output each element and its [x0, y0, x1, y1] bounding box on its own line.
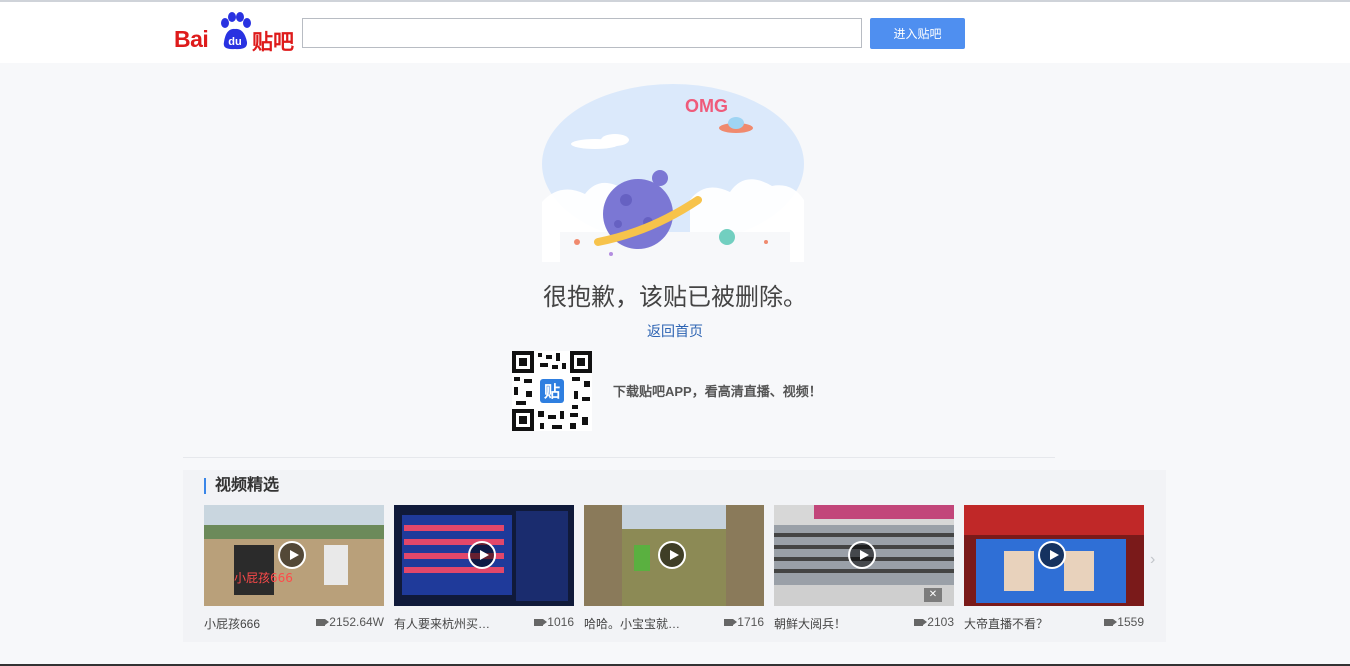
- video-camera-icon: [534, 619, 548, 626]
- video-title[interactable]: 哈哈。小宝宝就…: [584, 615, 680, 632]
- qr-code-icon: 贴: [512, 351, 592, 431]
- search-input[interactable]: [302, 18, 862, 48]
- video-card[interactable]: 哈哈。小宝宝就… 1716: [584, 505, 764, 635]
- play-icon[interactable]: [658, 541, 686, 569]
- video-card[interactable]: 小屁孩666 小屁孩666 2152.64W: [204, 505, 384, 635]
- video-title[interactable]: 有人要来杭州买…: [394, 615, 490, 632]
- video-view-count: 1716: [724, 615, 764, 629]
- video-camera-icon: [316, 619, 330, 626]
- video-thumbnail[interactable]: [394, 505, 574, 606]
- deleted-post-message: 很抱歉，该贴已被删除。: [543, 283, 807, 311]
- video-thumbnail[interactable]: ✕: [774, 505, 954, 606]
- video-thumbnail[interactable]: [964, 505, 1144, 606]
- video-card[interactable]: 有人要来杭州买… 1016: [394, 505, 574, 635]
- video-card[interactable]: ✕ 朝鲜大阅兵！ 2103: [774, 505, 954, 635]
- planet-illustration: OMG: [542, 84, 804, 262]
- video-title[interactable]: 大帝直播不看？: [964, 615, 1048, 632]
- play-icon[interactable]: [848, 541, 876, 569]
- header-bar: Bai du 贴吧 进入贴吧: [0, 2, 1350, 63]
- play-icon[interactable]: [1038, 541, 1066, 569]
- qr-badge-text: 贴: [544, 382, 560, 401]
- enter-tieba-button[interactable]: 进入贴吧: [870, 18, 965, 49]
- chevron-right-icon[interactable]: ›: [1150, 551, 1155, 569]
- video-view-count: 2152.64W: [316, 615, 384, 629]
- video-camera-icon: [724, 619, 738, 626]
- mute-icon[interactable]: ✕: [924, 588, 942, 602]
- video-thumbnail[interactable]: 小屁孩666: [204, 505, 384, 606]
- paw-icon: du: [221, 12, 251, 50]
- app-download-promo: 下载贴吧APP，看高清直播、视频！: [613, 384, 822, 399]
- baidu-tieba-logo[interactable]: Bai du 贴吧: [174, 12, 296, 54]
- omg-text: OMG: [685, 96, 728, 116]
- video-title[interactable]: 小屁孩666: [204, 615, 260, 632]
- back-home-link[interactable]: 返回首页: [0, 321, 1350, 341]
- video-camera-icon: [914, 619, 928, 626]
- video-view-count: 1016: [534, 615, 574, 629]
- video-thumbnail[interactable]: [584, 505, 764, 606]
- video-card[interactable]: 大帝直播不看？ 1559: [964, 505, 1144, 635]
- logo-du-text: du: [228, 36, 241, 48]
- play-icon[interactable]: [278, 541, 306, 569]
- video-view-count: 2103: [914, 615, 954, 629]
- logo-tieba-text: 贴吧: [252, 31, 294, 54]
- video-overlay-text: 小屁孩666: [234, 571, 293, 585]
- video-camera-icon: [1104, 619, 1118, 626]
- section-divider: [183, 457, 1055, 458]
- play-icon[interactable]: [468, 541, 496, 569]
- video-section-title: 视频精选: [204, 478, 279, 494]
- logo-bai-text: Bai: [174, 26, 209, 52]
- video-view-count: 1559: [1104, 615, 1144, 629]
- video-title[interactable]: 朝鲜大阅兵！: [774, 615, 846, 632]
